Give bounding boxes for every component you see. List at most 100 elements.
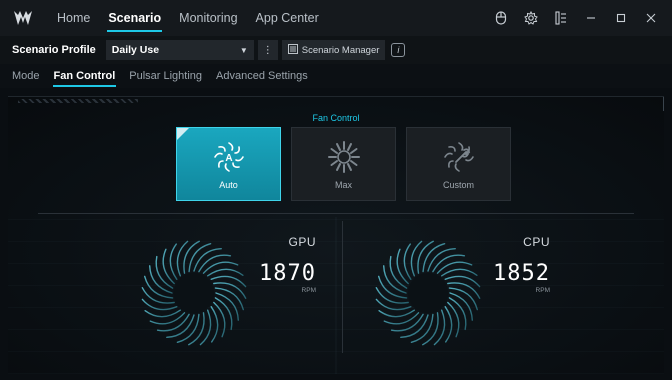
fan-blade xyxy=(210,306,219,343)
nav-tab-scenario[interactable]: Scenario xyxy=(99,0,170,36)
close-icon[interactable] xyxy=(636,0,666,36)
gpu-fan-icon xyxy=(141,240,247,346)
fan-blade xyxy=(183,240,200,274)
fan-blade xyxy=(403,243,412,280)
predator-logo-icon xyxy=(12,7,34,29)
auto-fan-icon: A xyxy=(213,142,244,172)
svg-text:A: A xyxy=(225,153,232,164)
fan-blade xyxy=(433,309,446,346)
fan-blade xyxy=(193,248,222,272)
fan-blade xyxy=(375,298,412,311)
fan-blade xyxy=(213,301,226,338)
fan-blade xyxy=(199,309,212,346)
fan-blade xyxy=(396,248,409,285)
decorative-corner xyxy=(656,97,664,111)
fan-blade xyxy=(210,275,247,288)
cpu-fan-icon xyxy=(375,240,481,346)
cpu-rpm-value: 1852 xyxy=(493,261,550,286)
cpu-fan-block: CPU 1852 RPM xyxy=(370,225,610,365)
fan-control-panel: Fan Control A Auto Max Custom GPU 1870 R… xyxy=(8,96,664,374)
fan-blade xyxy=(436,261,473,274)
mouse-icon[interactable] xyxy=(486,0,516,36)
fan-blade xyxy=(444,275,481,288)
fan-blade xyxy=(422,312,439,346)
fan-mode-max-label: Max xyxy=(334,180,352,190)
kebab-menu-icon: ⋮ xyxy=(262,44,273,56)
notes-list-icon[interactable] xyxy=(546,0,576,36)
fan-blade xyxy=(417,240,434,274)
nav-tab-home[interactable]: Home xyxy=(48,0,99,36)
fan-blade xyxy=(207,268,244,277)
gpu-label: GPU xyxy=(288,235,316,249)
custom-fan-wrench-icon xyxy=(443,142,474,172)
divider-horizontal xyxy=(38,213,634,214)
subtab-pulsar-lighting[interactable]: Pulsar Lighting xyxy=(122,64,209,88)
fan-blade xyxy=(215,292,239,321)
fan-mode-max-button[interactable]: Max xyxy=(291,127,396,201)
fan-blade xyxy=(144,309,181,318)
fan-mode-custom-label: Custom xyxy=(442,180,474,190)
fan-blade xyxy=(383,265,407,294)
fan-blade xyxy=(188,243,212,273)
fan-blade xyxy=(441,268,478,277)
fan-blade xyxy=(213,282,247,299)
fan-blade xyxy=(188,312,205,346)
minimize-icon[interactable] xyxy=(576,0,606,36)
settings-gear-icon[interactable] xyxy=(516,0,546,36)
fan-mode-auto-label: Auto xyxy=(219,180,238,190)
fan-mode-selector: A Auto Max Custom xyxy=(176,127,511,201)
scenario-profile-label: Scenario Profile xyxy=(12,44,96,56)
fan-blade xyxy=(447,301,460,338)
fan-blade xyxy=(444,306,453,343)
fan-blade xyxy=(141,298,178,311)
fan-blade xyxy=(176,313,200,343)
scenario-manager-button[interactable]: Scenario Manager xyxy=(281,40,386,60)
fan-blade xyxy=(400,314,429,338)
fan-blade xyxy=(422,243,446,273)
list-icon xyxy=(287,43,298,57)
subtab-mode[interactable]: Mode xyxy=(0,64,47,88)
maximize-icon[interactable] xyxy=(606,0,636,36)
gpu-fan-block: GPU 1870 RPM xyxy=(136,225,376,365)
scenario-profile-select[interactable]: Daily Use ▼ xyxy=(105,40,254,60)
fan-mode-custom-button[interactable]: Custom xyxy=(406,127,511,201)
fan-blade xyxy=(449,292,473,321)
nav-tab-app-center[interactable]: App Center xyxy=(247,0,328,36)
decorative-stripes xyxy=(18,99,138,103)
scenario-profile-value: Daily Use xyxy=(111,44,160,56)
nav-tab-monitoring[interactable]: Monitoring xyxy=(170,0,246,36)
scenario-subtabs: Mode Fan Control Pulsar Lighting Advance… xyxy=(0,64,672,88)
fan-blade xyxy=(378,309,415,318)
window-controls xyxy=(486,0,666,36)
subtab-advanced-settings[interactable]: Advanced Settings xyxy=(209,64,315,88)
top-bar: Home Scenario Monitoring App Center xyxy=(0,0,672,36)
fan-blade xyxy=(214,287,244,311)
fan-blade xyxy=(166,314,195,338)
fan-control-title: Fan Control xyxy=(312,113,360,123)
fan-blade xyxy=(410,313,434,343)
fan-blade xyxy=(378,275,408,299)
fan-blade xyxy=(427,248,456,272)
fan-blade xyxy=(202,261,239,274)
subtab-fan-control[interactable]: Fan Control xyxy=(47,64,123,88)
fan-blade xyxy=(375,287,409,304)
more-options-button[interactable]: ⋮ xyxy=(257,40,278,60)
fan-mode-auto-button[interactable]: A Auto xyxy=(176,127,281,201)
fan-blade xyxy=(162,248,175,285)
fan-blade xyxy=(149,312,186,325)
fan-blade xyxy=(448,287,478,311)
fan-blade xyxy=(149,265,173,294)
chevron-down-icon: ▼ xyxy=(239,45,248,55)
fan-blade xyxy=(144,275,174,299)
max-fan-icon xyxy=(327,141,360,173)
gpu-rpm-unit: RPM xyxy=(301,287,316,294)
fan-blade xyxy=(141,287,175,304)
cpu-rpm-unit: RPM xyxy=(535,287,550,294)
fan-blade xyxy=(176,240,189,277)
top-nav: Home Scenario Monitoring App Center xyxy=(48,0,328,36)
scenario-manager-label: Scenario Manager xyxy=(301,44,380,56)
fan-blade xyxy=(383,312,420,325)
info-icon[interactable]: i xyxy=(391,43,406,57)
gpu-rpm-value: 1870 xyxy=(259,261,316,286)
fan-blade xyxy=(410,240,423,277)
